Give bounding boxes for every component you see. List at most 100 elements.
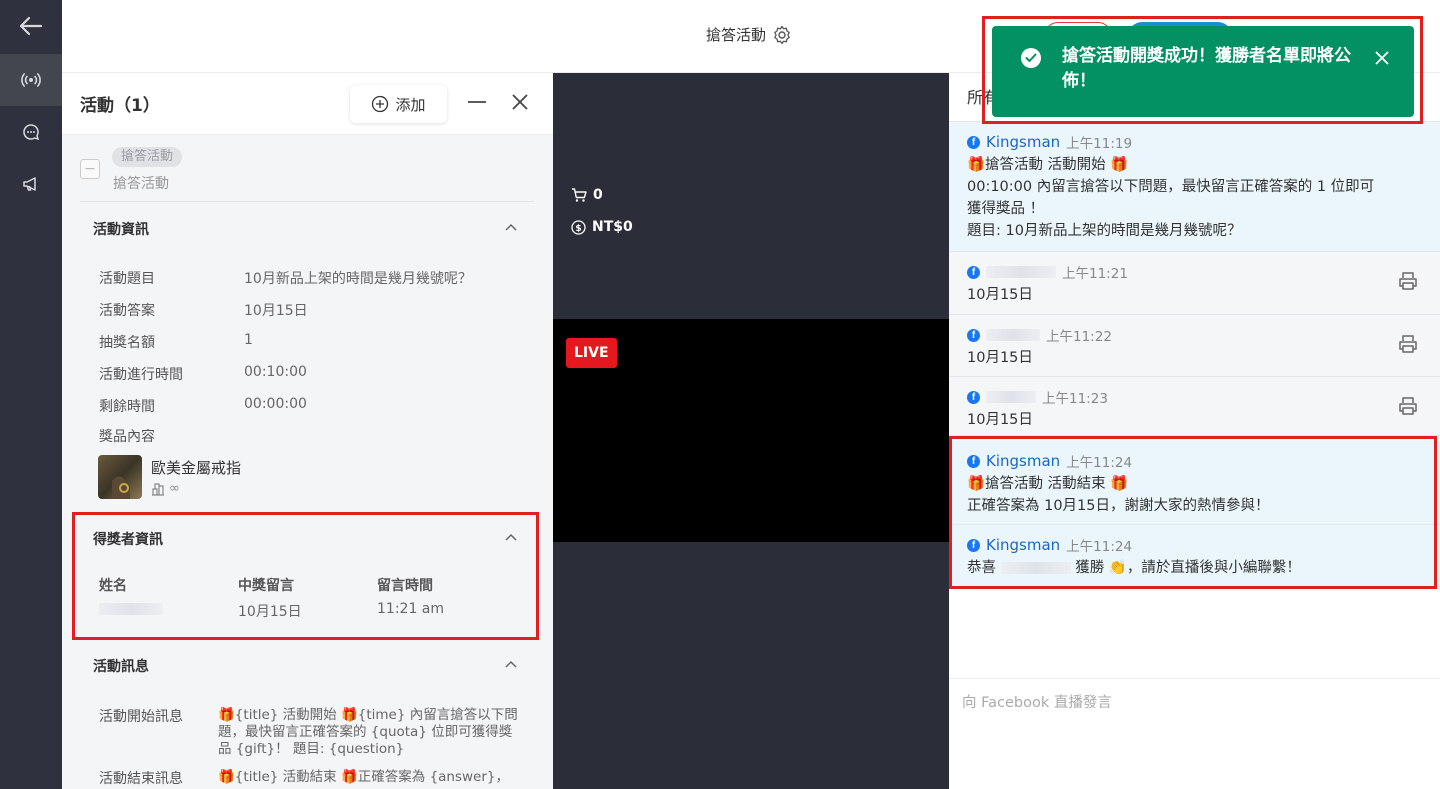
- prize-image: [98, 455, 142, 499]
- page-title: 搶答活動: [706, 24, 792, 45]
- message-label: 活動開始訊息: [99, 709, 183, 725]
- plus-circle-icon: [372, 95, 389, 113]
- rail-megaphone-button[interactable]: [0, 158, 62, 210]
- facebook-icon: f: [967, 265, 980, 279]
- minus-icon: [468, 101, 486, 103]
- activity-panel-header: 活動（1） 添加: [62, 73, 553, 135]
- activity-subtitle: 搶答活動: [113, 176, 169, 192]
- activity-panel: 活動（1） 添加 − 搶答活動 搶答活動 活動資訊 活動題目 10月新品上架的時…: [62, 73, 553, 789]
- broadcast-icon: [21, 73, 41, 87]
- message-section-title: 活動訊息: [93, 659, 149, 675]
- comments-panel: 所有 f Kingsman 上午11:19 🎁搶答活動 活動開始 🎁 00:10:0…: [949, 73, 1440, 789]
- printer-icon[interactable]: [1397, 270, 1419, 292]
- comment-time: 上午11:23: [1042, 391, 1108, 407]
- winner-col-name: 姓名: [99, 578, 127, 594]
- facebook-comment-input[interactable]: 向 Facebook 直播發言: [949, 678, 1440, 789]
- facebook-icon: f: [967, 328, 980, 342]
- chevron-up-icon[interactable]: [504, 659, 518, 669]
- chevron-up-icon[interactable]: [504, 222, 518, 232]
- facebook-icon: f: [967, 135, 980, 149]
- winner-time: 11:21 am: [377, 601, 445, 617]
- nav-rail: [0, 0, 62, 789]
- close-panel-button[interactable]: [509, 91, 531, 113]
- activity-type-badge: 搶答活動: [112, 147, 183, 167]
- back-button[interactable]: [0, 0, 62, 52]
- comment-author-redacted: [986, 391, 1036, 403]
- success-toast: 搶答活動開獎成功！獲勝者名單即將公佈！: [992, 26, 1414, 117]
- info-label: 抽獎名額: [99, 335, 155, 351]
- toast-message: 搶答活動開獎成功！獲勝者名單即將公佈！: [1062, 46, 1351, 91]
- prize-name: 歐美金屬戒指: [151, 459, 242, 477]
- chat-bubble-icon: [23, 124, 40, 141]
- svg-text:$: $: [575, 224, 581, 234]
- comment-item: f 上午11:23 10月15日: [949, 377, 1440, 436]
- winner-comment: 10月15日: [238, 604, 302, 620]
- comment-line: 10月15日: [967, 287, 1033, 303]
- info-value: 00:10:00: [244, 364, 307, 380]
- prize-qty-value: ∞: [169, 481, 180, 496]
- comment-time: 上午11:22: [1046, 329, 1112, 345]
- minimize-button[interactable]: [466, 91, 488, 113]
- megaphone-icon: [23, 177, 36, 191]
- stock-icon: [152, 482, 164, 496]
- comment-author-redacted: [986, 329, 1040, 341]
- info-value: 10月新品上架的時間是幾月幾號呢？: [244, 271, 472, 287]
- info-label: 剩餘時間: [99, 399, 155, 415]
- live-video-area: 0 $ NT$0 LIVE: [553, 73, 949, 789]
- winner-name-redacted: [99, 603, 163, 619]
- message-label: 活動結束訊息: [99, 771, 183, 787]
- prize-quantity: ∞: [151, 481, 180, 496]
- add-activity-label: 添加: [395, 95, 426, 114]
- cart-icon: [572, 187, 587, 202]
- facebook-icon: f: [967, 390, 980, 404]
- comment-input-placeholder: 向 Facebook 直播發言: [962, 695, 1112, 711]
- cart-count: 0: [571, 187, 603, 203]
- comment-item: f Kingsman 上午11:19 🎁搶答活動 活動開始 🎁 00:10:00 內…: [949, 122, 1440, 252]
- info-section-title: 活動資訊: [93, 222, 149, 238]
- winner-col-time: 留言時間: [377, 578, 433, 594]
- comment-author[interactable]: Kingsman: [986, 133, 1060, 151]
- toast-close-icon[interactable]: [1374, 50, 1390, 66]
- prize-label: 獎品內容: [99, 429, 155, 445]
- info-value: 10月15日: [244, 303, 308, 319]
- comment-item: f 上午11:22 10月15日: [949, 315, 1440, 377]
- add-activity-button[interactable]: 添加: [350, 85, 447, 123]
- printer-icon[interactable]: [1397, 395, 1419, 417]
- comment-line: 10月15日: [967, 412, 1033, 428]
- comment-time: 上午11:21: [1062, 266, 1128, 282]
- check-circle-icon: [1021, 48, 1041, 68]
- dollar-icon: $: [571, 219, 586, 235]
- message-value: 🎁{title} 活動開始 🎁{time} 內留言搶答以下問題，最快留言正確答案…: [218, 707, 518, 757]
- close-icon: [512, 94, 528, 110]
- message-value: 🎁{title} 活動結束 🎁正確答案為 {answer}，: [218, 769, 510, 785]
- comment-author-redacted: [986, 266, 1056, 278]
- printer-icon[interactable]: [1397, 333, 1419, 355]
- info-label: 活動答案: [99, 303, 155, 319]
- chevron-up-icon[interactable]: [504, 532, 518, 542]
- activity-panel-title: 活動（1）: [80, 96, 160, 116]
- sales-amount: $ NT$0: [571, 219, 633, 235]
- arrow-left-icon: [19, 16, 43, 36]
- comment-line: 00:10:00 內留言搶答以下問題，最快留言正確答案的 1 位即可獲得獎品 ！: [967, 179, 1375, 217]
- divider: [80, 201, 534, 202]
- comment-line: 🎁搶答活動 活動開始 🎁: [967, 157, 1129, 173]
- info-label: 活動進行時間: [99, 367, 183, 383]
- comment-line: 題目: 10月新品上架的時間是幾月幾號呢？: [967, 223, 1242, 239]
- info-label: 活動題目: [99, 271, 155, 287]
- winner-section-title: 得獎者資訊: [93, 532, 163, 548]
- winner-col-comment: 中獎留言: [238, 578, 294, 594]
- comment-line: 10月15日: [967, 350, 1033, 366]
- comment-item: f 上午11:21 10月15日: [949, 252, 1440, 315]
- comment-time: 上午11:19: [1066, 136, 1133, 152]
- live-badge: LIVE: [566, 338, 617, 368]
- rail-live-button[interactable]: [0, 54, 62, 106]
- rail-chat-button[interactable]: [0, 106, 62, 158]
- info-value: 00:00:00: [244, 396, 307, 412]
- comment-body: 🎁搶答活動 活動開始 🎁 00:10:00 內留言搶答以下問題，最快留言正確答案…: [967, 154, 1387, 242]
- activity-checkbox[interactable]: −: [80, 159, 100, 179]
- info-value: 1: [244, 332, 253, 348]
- gear-icon[interactable]: [772, 25, 792, 45]
- comment-highlight-box: [949, 436, 1437, 589]
- sales-amount-value: NT$0: [592, 219, 633, 235]
- page-title-text: 搶答活動: [706, 26, 767, 44]
